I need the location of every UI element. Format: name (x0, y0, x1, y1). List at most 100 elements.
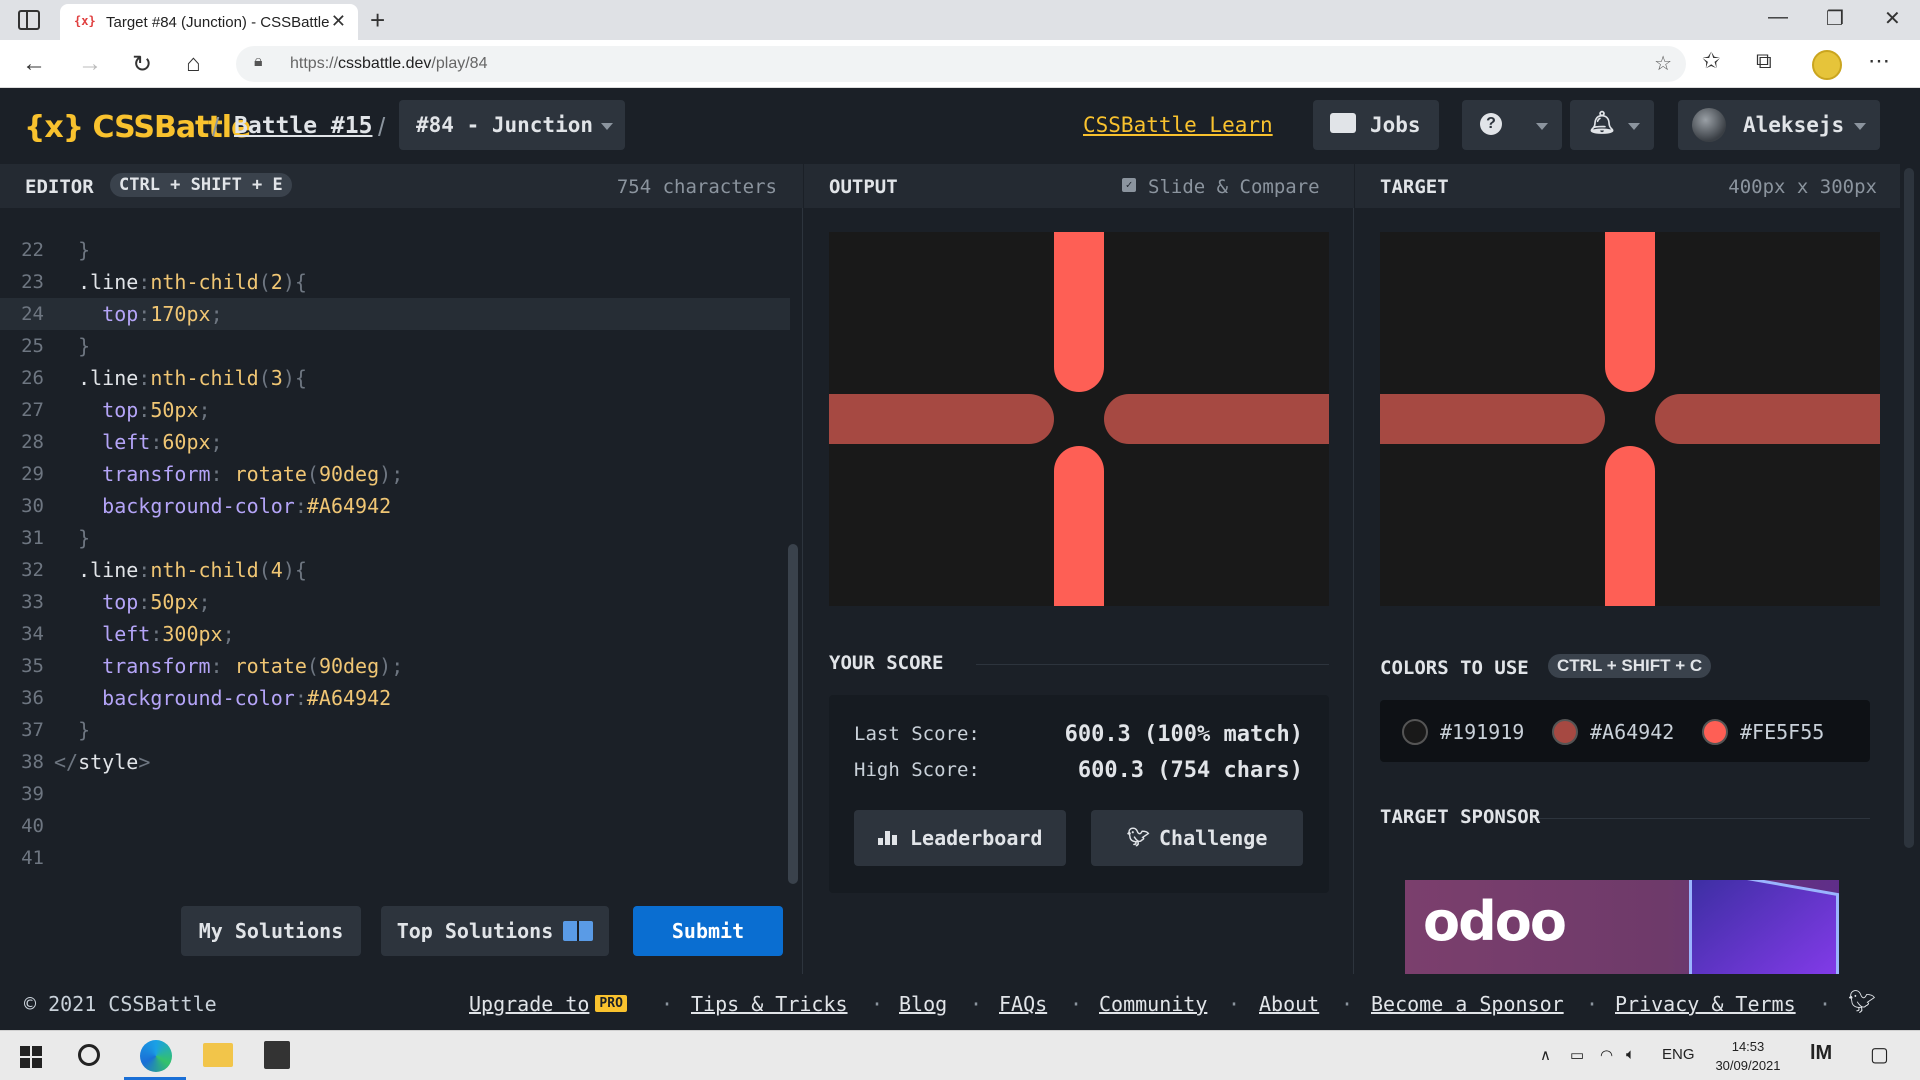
code-line[interactable]: 28 left:60px; (0, 426, 790, 458)
leaderboard-label: Leaderboard (910, 826, 1043, 850)
lock-icon[interactable]: 🔒︎ (254, 53, 263, 71)
volume-icon[interactable]: 🔈︎ (1626, 1046, 1635, 1063)
code-line[interactable]: 22 } (0, 234, 790, 266)
footer-link-tips[interactable]: Tips & Tricks (691, 992, 848, 1016)
top-solutions-button[interactable]: Top Solutions (381, 906, 609, 956)
notifications-icon[interactable]: ▢ (1870, 1042, 1889, 1067)
code-line[interactable]: 32 .line:nth-child(4){ (0, 554, 790, 586)
tab-actions-icon[interactable] (18, 10, 40, 30)
code-line[interactable]: 24 top:170px; (0, 298, 790, 330)
code-line[interactable]: 40 (0, 810, 790, 842)
tab-close-icon[interactable]: ✕ (331, 11, 346, 32)
wifi-icon[interactable]: ◠ (1600, 1046, 1613, 1064)
color-swatch[interactable] (1552, 719, 1578, 745)
my-solutions-button[interactable]: My Solutions (181, 906, 361, 956)
learn-link[interactable]: CSSBattle Learn (1083, 113, 1273, 137)
file-explorer-icon[interactable] (203, 1043, 233, 1067)
slide-compare-label[interactable]: Slide & Compare (1148, 176, 1320, 198)
twitter-icon[interactable]: 🐦︎ (1848, 990, 1876, 1015)
help-button[interactable]: ? (1462, 100, 1562, 150)
forward-icon[interactable]: → (78, 50, 102, 78)
line-number: 31 (21, 527, 44, 549)
store-icon[interactable] (264, 1041, 290, 1069)
code-line[interactable]: 33 top:50px; (0, 586, 790, 618)
footer-link-community[interactable]: Community (1099, 992, 1207, 1016)
refresh-icon[interactable]: ↻ (132, 50, 152, 79)
colors-title: COLORS TO USE (1380, 657, 1529, 679)
search-icon[interactable] (78, 1044, 100, 1066)
code-line[interactable]: 41 (0, 842, 790, 874)
system-clock[interactable]: 14:53 30/09/2021 (1710, 1037, 1786, 1075)
more-menu-icon[interactable]: ⋯ (1868, 48, 1890, 74)
code-line[interactable]: 30 background-color:#A64942 (0, 490, 790, 522)
window-close-icon[interactable]: ✕ (1884, 6, 1901, 31)
color-swatch[interactable] (1702, 719, 1728, 745)
battery-icon[interactable]: ▭ (1570, 1046, 1584, 1064)
submit-button[interactable]: Submit (633, 906, 783, 956)
code-line[interactable]: 38 </style> (0, 746, 790, 778)
footer-link-privacy[interactable]: Privacy & Terms (1615, 992, 1796, 1016)
editor-header: EDITOR CTRL + SHIFT + E 754 characters (0, 164, 803, 208)
user-menu-button[interactable]: Aleksejs (1678, 100, 1880, 150)
back-icon[interactable]: ← (22, 50, 46, 78)
tray-chevron-icon[interactable]: ∧ (1540, 1046, 1551, 1064)
url-bar[interactable]: 🔒︎ https://cssbattle.dev/play/84 ☆ (236, 46, 1686, 82)
scroll-thumb[interactable] (1904, 168, 1914, 848)
code-line[interactable]: 37 } (0, 714, 790, 746)
code-text: top:50px; (54, 398, 211, 422)
footer-link-faqs[interactable]: FAQs (999, 992, 1047, 1016)
target-select[interactable]: #84 - Junction (399, 100, 625, 150)
chevron-down-icon (601, 123, 613, 130)
code-line[interactable]: 29 transform: rotate(90deg); (0, 458, 790, 490)
leaderboard-button[interactable]: Leaderboard (854, 810, 1066, 866)
footer-link-sponsor[interactable]: Become a Sponsor (1371, 992, 1564, 1016)
footer-link-blog[interactable]: Blog (899, 992, 947, 1016)
code-line[interactable]: 25 } (0, 330, 790, 362)
restore-icon[interactable]: ❐ (1826, 6, 1844, 31)
code-line[interactable]: 23 .line:nth-child(2){ (0, 266, 790, 298)
color-code[interactable]: #191919 (1440, 720, 1524, 744)
code-line[interactable]: 34 left:300px; (0, 618, 790, 650)
slide-compare-checkbox[interactable]: ✓ (1122, 178, 1136, 192)
editor-scrollbar[interactable] (788, 544, 798, 884)
code-text: .line:nth-child(3){ (54, 366, 307, 390)
new-tab-icon[interactable]: + (370, 5, 385, 36)
upgrade-link[interactable]: Upgrade to PRO (469, 992, 627, 1016)
target-panel: TARGET 400px x 300px COLORS TO USE CTRL … (1355, 164, 1900, 974)
home-icon[interactable]: ⌂ (186, 50, 201, 78)
language-indicator[interactable]: ENG (1662, 1046, 1695, 1063)
output-canvas[interactable] (829, 232, 1329, 606)
notifications-button[interactable]: 🔔︎ (1570, 100, 1654, 150)
code-line[interactable]: 31 } (0, 522, 790, 554)
code-line[interactable]: 35 transform: rotate(90deg); (0, 650, 790, 682)
browser-tab[interactable]: {x} Target #84 (Junction) - CSSBattle ✕ (60, 4, 358, 40)
challenge-button[interactable]: 🐦︎ Challenge (1091, 810, 1303, 866)
favorite-star-icon[interactable]: ☆ (1654, 51, 1672, 76)
edge-browser-icon[interactable] (140, 1040, 172, 1072)
windows-start-icon[interactable] (20, 1046, 42, 1068)
code-line[interactable]: 27 top:50px; (0, 394, 790, 426)
color-code[interactable]: #A64942 (1590, 720, 1674, 744)
sponsor-banner[interactable]: odoo (1405, 880, 1839, 974)
favorites-icon[interactable]: ✩ (1702, 48, 1720, 74)
collections-icon[interactable]: ⧉ (1756, 48, 1772, 74)
code-line[interactable]: 26 .line:nth-child(3){ (0, 362, 790, 394)
code-text: top:50px; (54, 590, 211, 614)
page-scrollbar[interactable] (1900, 88, 1920, 974)
code-line[interactable]: 36 background-color:#A64942 (0, 682, 790, 714)
code-line[interactable]: 39 (0, 778, 790, 810)
top-bar-shape (1054, 232, 1104, 392)
color-code[interactable]: #FE5F55 (1740, 720, 1824, 744)
breadcrumb-separator: / (212, 112, 220, 142)
breadcrumb-separator: / (378, 112, 386, 142)
code-editor[interactable]: 22 } 23 .line:nth-child(2){24 top:170px; 2… (0, 234, 790, 874)
avatar (1692, 108, 1726, 142)
footer-link-about[interactable]: About (1259, 992, 1319, 1016)
app-tray-icon[interactable]: lM (1810, 1042, 1832, 1065)
browser-profile-avatar[interactable] (1812, 50, 1842, 80)
battle-link[interactable]: Battle #15 (234, 113, 372, 139)
color-swatch[interactable] (1402, 719, 1428, 745)
line-number: 41 (21, 847, 44, 869)
jobs-button[interactable]: Jobs (1313, 100, 1439, 150)
minimize-icon[interactable]: — (1768, 6, 1788, 29)
